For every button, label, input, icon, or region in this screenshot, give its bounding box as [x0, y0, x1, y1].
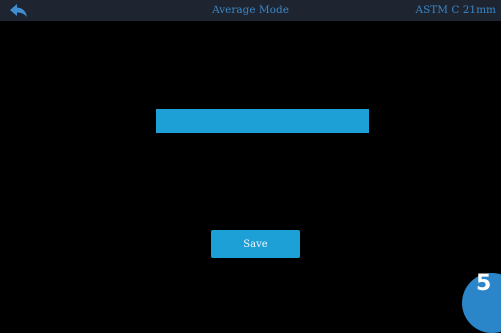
average-value-display — [156, 109, 369, 133]
corner-badge-label: 5 — [476, 271, 492, 296]
save-button[interactable]: Save — [211, 230, 300, 258]
corner-badge[interactable]: 5 — [462, 271, 501, 333]
standard-label: ASTM C 21mm — [415, 4, 496, 16]
top-bar: Average Mode ASTM C 21mm — [0, 0, 501, 21]
